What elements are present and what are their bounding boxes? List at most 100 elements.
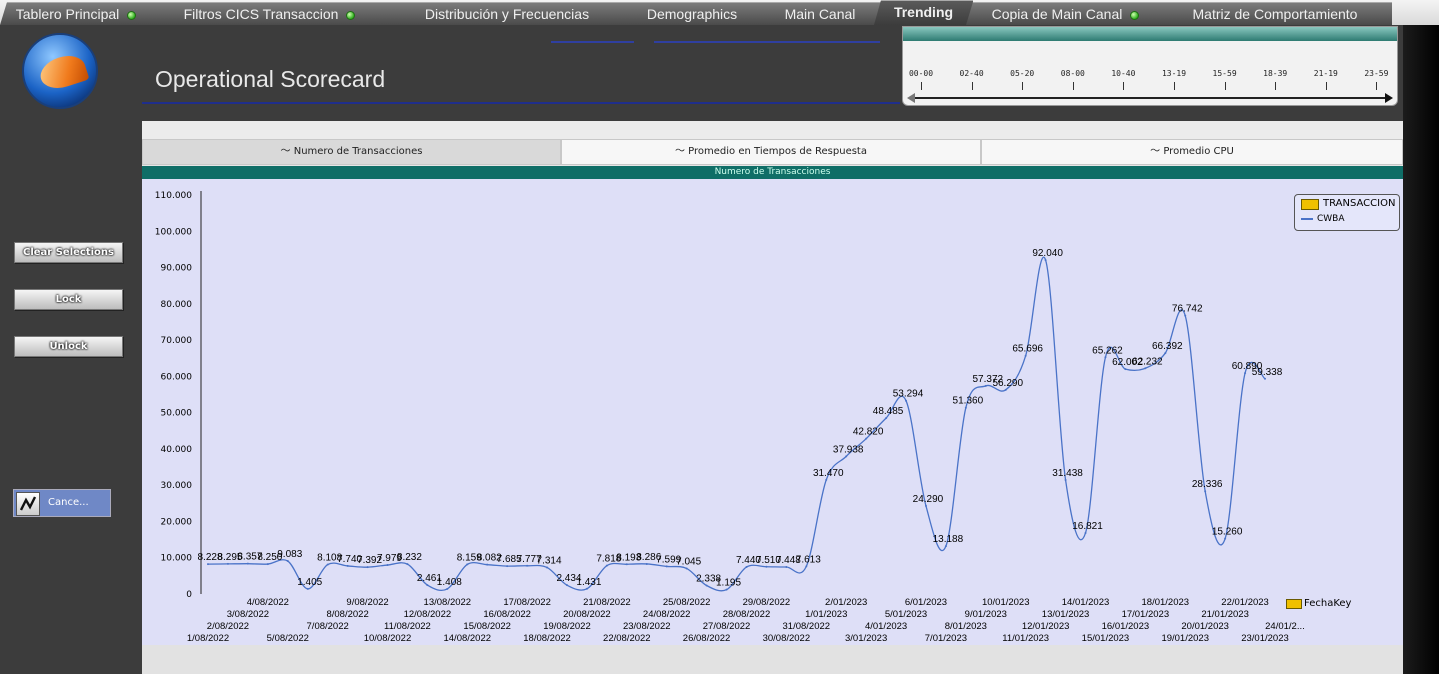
tab-numero-transacciones[interactable]: 〜 Numero de Transacciones <box>142 139 561 165</box>
time-tick-label: 05-20 <box>1010 69 1035 78</box>
x-tick-label: 4/08/2022 <box>247 597 289 608</box>
x-tick-label: 9/01/2023 <box>965 609 1007 620</box>
time-tick-mark <box>1022 82 1024 90</box>
unlock-button[interactable]: Unlock <box>14 336 123 357</box>
tab-label: Trending <box>893 4 954 20</box>
x-tick-label: 5/01/2023 <box>885 609 927 620</box>
status-dot-icon <box>346 10 356 20</box>
tab-demographics[interactable]: Demographics <box>620 2 764 25</box>
tab-label: Distribución y Frecuencias <box>424 6 590 22</box>
x-tick-label: 16/01/2023 <box>1102 621 1150 632</box>
x-tick-label: 13/08/2022 <box>424 597 472 608</box>
x-tick-label: 8/08/2022 <box>326 609 368 620</box>
data-point <box>466 563 469 566</box>
time-tick-mark <box>1325 82 1327 90</box>
time-tick-label: 18-39 <box>1263 69 1288 78</box>
time-tick-label: 21-19 <box>1313 69 1338 78</box>
time-tick-label: 23-59 <box>1364 69 1389 78</box>
time-tick-mark <box>1224 82 1226 90</box>
tab-trending[interactable]: Trending <box>874 0 973 25</box>
x-field-label: FechaKey <box>1304 598 1352 609</box>
x-tick-label: 18/08/2022 <box>523 633 571 644</box>
data-point <box>605 564 608 567</box>
data-label: 9.083 <box>277 549 302 560</box>
data-label: 56.290 <box>992 378 1023 389</box>
y-tick-label: 100.000 <box>155 227 192 237</box>
data-label: 16.821 <box>1072 521 1103 532</box>
data-point <box>366 566 369 569</box>
lock-button[interactable]: Lock <box>14 289 123 310</box>
data-point <box>865 437 868 440</box>
data-label: 42.820 <box>853 427 884 438</box>
y-tick-label: 70.000 <box>161 336 193 346</box>
x-tick-label: 7/01/2023 <box>925 633 967 644</box>
tab-label: Tablero Principal <box>15 6 120 22</box>
data-label: 7.045 <box>676 556 701 567</box>
arrow-right-icon[interactable] <box>1385 93 1393 103</box>
line-chart-icon: 〜 <box>1150 146 1164 157</box>
data-point <box>326 563 329 566</box>
data-point <box>426 584 429 587</box>
x-tick-label: 30/08/2022 <box>763 633 811 644</box>
tab-promedio-cpu[interactable]: 〜 Promedio CPU <box>981 139 1403 165</box>
data-point <box>386 564 389 567</box>
series-line <box>207 256 1266 592</box>
y-tick-label: 30.000 <box>161 481 193 491</box>
legend-title: TRANSACCION <box>1323 198 1396 209</box>
data-point <box>1184 314 1187 317</box>
line-chart-icon: 〜 <box>280 146 294 157</box>
clear-selections-button[interactable]: Clear Selections <box>14 242 123 263</box>
x-tick-label: 14/01/2023 <box>1062 597 1110 608</box>
chart-panel: 〜 Numero de Transacciones 〜 Promedio en … <box>142 121 1403 674</box>
chart-legend[interactable]: TRANSACCION CWBA <box>1294 194 1400 231</box>
data-point <box>1264 377 1266 380</box>
x-tick-label: 3/08/2022 <box>227 609 269 620</box>
data-point <box>944 545 947 548</box>
data-point <box>1104 356 1107 359</box>
x-tick-label: 27/08/2022 <box>703 621 751 632</box>
dropdown-icon[interactable] <box>1286 599 1302 609</box>
data-point <box>685 567 688 570</box>
x-tick-label: 14/08/2022 <box>443 633 491 644</box>
data-point <box>565 584 568 587</box>
data-point <box>1244 372 1247 375</box>
tab-tablero-principal[interactable]: Tablero Principal <box>0 2 152 25</box>
tab-promedio-respuesta[interactable]: 〜 Promedio en Tiempos de Respuesta <box>561 139 981 165</box>
tab-copia-de-main-canal[interactable]: Copia de Main Canal <box>966 2 1165 25</box>
data-point <box>406 563 409 566</box>
data-point <box>645 562 648 565</box>
data-point <box>486 563 489 566</box>
x-tick-label: 15/08/2022 <box>463 621 511 632</box>
tab-filtros-cics-transaccion[interactable]: Filtros CICS Transaccion <box>145 2 394 25</box>
tab-label: Matriz de Comportamiento <box>1192 6 1358 22</box>
y-tick-label: 40.000 <box>161 445 193 455</box>
time-tick-mark <box>1072 82 1074 90</box>
x-tick-label: 20/08/2022 <box>563 609 611 620</box>
tab-distribuci-n-y-frecuencias[interactable]: Distribución y Frecuencias <box>387 2 627 25</box>
data-point <box>585 587 588 590</box>
data-point <box>785 565 788 568</box>
chart-caption: Numero de Transacciones <box>142 166 1403 179</box>
page-title: Operational Scorecard <box>155 66 386 92</box>
time-slider-track[interactable] <box>913 97 1388 99</box>
status-dot-icon <box>127 10 137 20</box>
data-point <box>286 560 289 563</box>
x-tick-label: 25/08/2022 <box>663 597 711 608</box>
data-point <box>546 566 549 569</box>
tab-matriz-de-comportamiento[interactable]: Matriz de Comportamiento <box>1158 2 1392 25</box>
arrow-left-icon[interactable] <box>907 93 915 103</box>
dropdown-icon[interactable] <box>1301 199 1319 210</box>
time-slider[interactable]: 00-00 02-40 05-20 08-00 10-40 13-19 15-59 18-39… <box>902 26 1398 106</box>
x-tick-label: 23/08/2022 <box>623 621 671 632</box>
data-label: 37.938 <box>833 444 864 455</box>
data-point <box>905 399 908 402</box>
line-chart-icon: 〜 <box>674 146 689 157</box>
x-tick-label: 12/08/2022 <box>404 609 452 620</box>
x-tick-label: 11/08/2022 <box>384 621 431 632</box>
current-selection-box[interactable]: Cance... <box>13 489 111 517</box>
data-label: 48.485 <box>873 406 904 417</box>
x-tick-label: 19/08/2022 <box>543 621 591 632</box>
data-label: 65.696 <box>1012 344 1043 355</box>
tab-main-canal[interactable]: Main Canal <box>757 2 883 25</box>
x-tick-label: 8/01/2023 <box>945 621 987 632</box>
